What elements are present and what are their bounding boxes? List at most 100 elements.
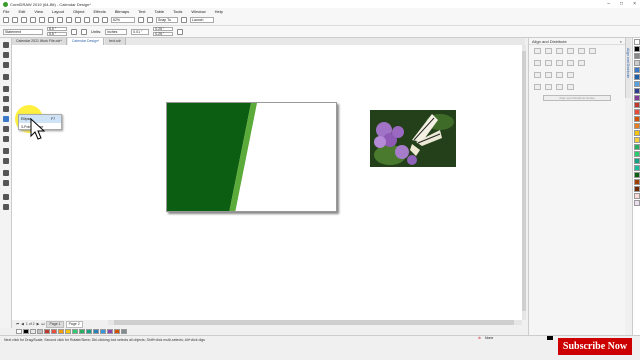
- align-active-object-icon[interactable]: [534, 60, 541, 66]
- palette-swatch[interactable]: [44, 328, 50, 334]
- distribute-center-icon[interactable]: [545, 72, 552, 78]
- crop-tool-icon[interactable]: [3, 62, 9, 68]
- zoom-level-select[interactable]: 62%: [111, 17, 135, 23]
- docker-close-icon[interactable]: ×: [620, 38, 622, 44]
- color-swatch[interactable]: [634, 158, 640, 164]
- save-icon[interactable]: [21, 17, 27, 23]
- paste-icon[interactable]: [57, 17, 63, 23]
- menu-window[interactable]: Window: [191, 9, 205, 14]
- color-swatch[interactable]: [634, 200, 640, 206]
- palette-swatch[interactable]: [37, 328, 43, 334]
- menu-bitmaps[interactable]: Bitmaps: [115, 9, 129, 14]
- color-swatch[interactable]: [634, 95, 640, 101]
- align-right-icon[interactable]: [556, 48, 563, 54]
- parallel-dimension-icon[interactable]: [3, 148, 9, 154]
- shape-tool-icon[interactable]: [3, 52, 9, 58]
- undo-icon[interactable]: [66, 17, 72, 23]
- distribute-left-icon[interactable]: [534, 72, 541, 78]
- duplicate-x-field[interactable]: 0.25 ": [153, 27, 174, 31]
- print-icon[interactable]: [30, 17, 36, 23]
- subscribe-now-badge[interactable]: Subscribe Now: [558, 338, 632, 355]
- page-width-field[interactable]: 8.5 ": [47, 27, 67, 31]
- minimize-icon[interactable]: –: [607, 1, 610, 7]
- snap-to-select[interactable]: Snap To: [156, 17, 178, 23]
- align-page-center-icon[interactable]: [556, 60, 563, 66]
- menu-view[interactable]: View: [34, 9, 43, 14]
- color-swatch[interactable]: [634, 116, 640, 122]
- export-icon[interactable]: [93, 17, 99, 23]
- color-swatch[interactable]: [634, 53, 640, 59]
- palette-swatch[interactable]: [16, 328, 22, 334]
- color-swatch[interactable]: [634, 179, 640, 185]
- new-icon[interactable]: [3, 17, 9, 23]
- tab-calendar-design[interactable]: Calendar Design*: [67, 38, 105, 45]
- page-tab-2[interactable]: Page 2: [65, 320, 83, 328]
- add-page-icon[interactable]: [177, 28, 184, 35]
- menu-object[interactable]: Object: [73, 9, 85, 14]
- palette-swatch[interactable]: [58, 328, 64, 334]
- drop-shadow-icon[interactable]: [3, 170, 9, 176]
- palette-swatch[interactable]: [93, 328, 99, 334]
- options-gear-icon[interactable]: [181, 17, 187, 23]
- palette-swatch[interactable]: [107, 328, 113, 334]
- distribute-middle-icon[interactable]: [545, 84, 552, 90]
- zoom-tool-icon[interactable]: [3, 74, 9, 80]
- palette-swatch[interactable]: [51, 328, 57, 334]
- color-swatch[interactable]: [634, 172, 640, 178]
- last-page-icon[interactable]: ⏭: [41, 322, 44, 326]
- align-grid-icon[interactable]: [567, 60, 574, 66]
- units-select[interactable]: inches: [105, 28, 128, 35]
- color-swatch[interactable]: [634, 60, 640, 66]
- full-screen-icon[interactable]: [138, 17, 144, 23]
- menu-layout[interactable]: Layout: [52, 9, 64, 14]
- menu-edit[interactable]: Edit: [18, 9, 25, 14]
- color-swatch[interactable]: [634, 130, 640, 136]
- color-swatch[interactable]: [634, 186, 640, 192]
- copy-icon[interactable]: [48, 17, 54, 23]
- duplicate-y-field[interactable]: 0.25 ": [153, 32, 174, 36]
- palette-swatch[interactable]: [114, 328, 120, 334]
- close-icon[interactable]: ×: [633, 1, 636, 7]
- color-swatch[interactable]: [634, 67, 640, 73]
- palette-swatch[interactable]: [72, 328, 78, 334]
- align-page-edge-icon[interactable]: [545, 60, 552, 66]
- rulers-icon[interactable]: [147, 17, 153, 23]
- vertical-scroll-thumb[interactable]: [522, 51, 526, 311]
- horizontal-scrollbar[interactable]: [108, 320, 522, 325]
- color-swatch[interactable]: [634, 193, 640, 199]
- polygon-tool-icon[interactable]: [3, 126, 9, 132]
- color-swatch[interactable]: [634, 74, 640, 80]
- color-swatch[interactable]: [634, 137, 640, 143]
- launch-select[interactable]: Launch: [190, 17, 214, 23]
- menu-file[interactable]: File: [3, 9, 9, 14]
- color-swatch[interactable]: [634, 123, 640, 129]
- import-icon[interactable]: [84, 17, 90, 23]
- menu-effects[interactable]: Effects: [94, 9, 106, 14]
- color-swatch[interactable]: [634, 109, 640, 115]
- eyedropper-icon[interactable]: [3, 194, 9, 200]
- menu-table[interactable]: Table: [155, 9, 165, 14]
- distribute-spacing-v-icon[interactable]: [556, 84, 563, 90]
- align-bottom-icon[interactable]: [589, 48, 596, 54]
- freehand-tool-icon[interactable]: [3, 86, 9, 92]
- tab-calendar-2021-work-file[interactable]: Calendar 2021 Work File.cdr*: [12, 38, 67, 45]
- transparency-icon[interactable]: [3, 180, 9, 186]
- align-left-icon[interactable]: [534, 48, 541, 54]
- portrait-icon[interactable]: [71, 28, 77, 35]
- vertical-scrollbar[interactable]: [522, 45, 526, 320]
- palette-swatch[interactable]: [65, 328, 71, 334]
- page-tab-1[interactable]: Page 1: [46, 320, 64, 328]
- color-swatch[interactable]: [634, 88, 640, 94]
- tab-text-cdr[interactable]: text.cdr: [105, 38, 126, 45]
- menu-text[interactable]: Text: [138, 9, 145, 14]
- prev-page-icon[interactable]: ◀: [21, 322, 24, 326]
- align-center-v-icon[interactable]: [578, 48, 585, 54]
- document-page[interactable]: [166, 102, 337, 212]
- color-swatch[interactable]: [634, 81, 640, 87]
- color-swatch[interactable]: [634, 39, 640, 45]
- open-icon[interactable]: [12, 17, 18, 23]
- landscape-icon[interactable]: [81, 28, 87, 35]
- publish-pdf-icon[interactable]: [102, 17, 108, 23]
- next-page-icon[interactable]: ▶: [37, 322, 40, 326]
- align-nodes-button[interactable]: Align and Distribute Nodes: [543, 95, 611, 101]
